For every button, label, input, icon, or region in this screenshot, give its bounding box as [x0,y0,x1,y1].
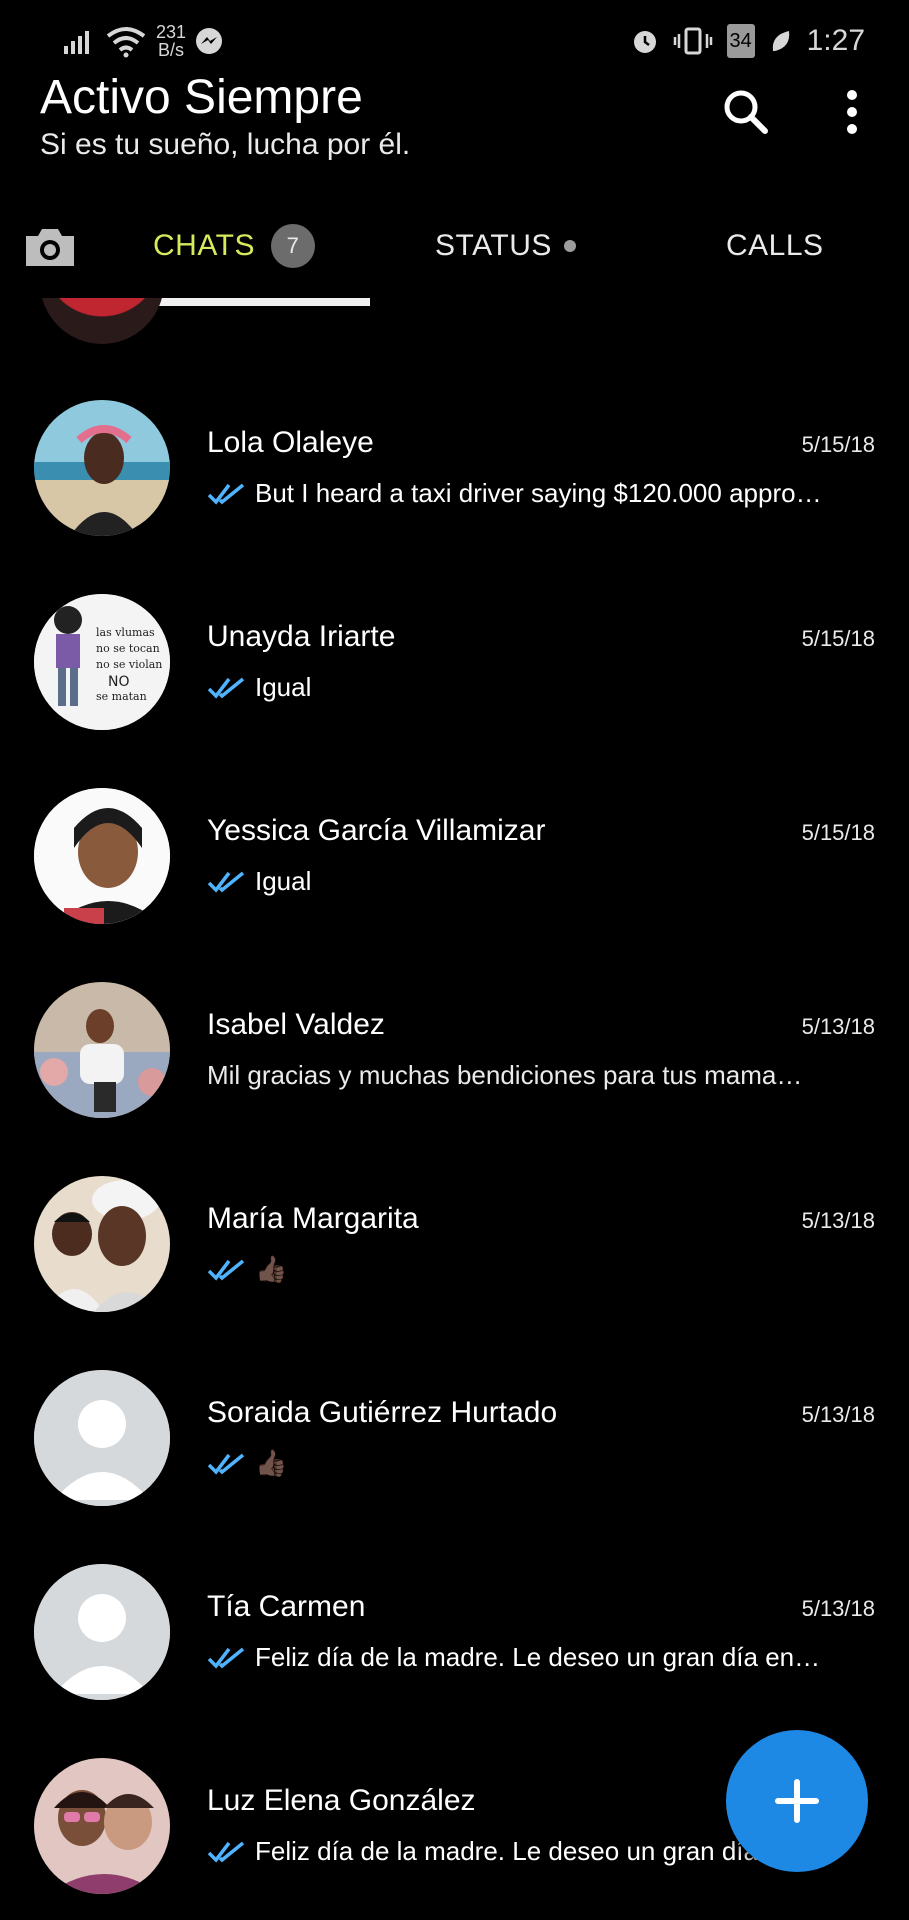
message-preview: Igual [207,672,875,703]
default-avatar-icon [34,1564,170,1700]
contact-avatar [34,982,170,1118]
message-preview: Mil gracias y muchas bendiciones para tu… [207,1060,803,1090]
chat-row[interactable]: las vlumas no se tocan no se violan NO s… [0,594,909,788]
message-preview: 👍🏿 [207,1254,875,1285]
svg-text:no se tocan: no se tocan [96,642,160,655]
contact-avatar: las vlumas no se tocan no se violan NO s… [34,594,170,730]
message-time: 5/13/18 [801,1596,875,1621]
thumbs-up-emoji: 👍🏿 [255,1254,288,1284]
message-time: 5/15/18 [801,820,875,845]
contact-name: Isabel Valdez [207,1008,385,1041]
message-time: 5/13/18 [801,1402,875,1427]
default-avatar-icon [34,1370,170,1506]
more-options-button[interactable] [824,84,880,140]
contact-name: Tía Carmen [207,1590,366,1623]
contact-name: Lola Olaleye [207,426,374,459]
status-bar-right: 34 1:27 [631,20,865,62]
status-update-dot [563,240,576,252]
vibrate-icon [673,27,712,55]
chat-row[interactable]: Tía Carmen 5/13/18 Feliz día de la madre… [0,1564,909,1758]
contact-name: María Margarita [207,1202,419,1235]
contact-avatar [34,1370,170,1506]
app-title: Activo Siempre [40,71,363,124]
signal-icon [64,31,89,54]
message-time: 5/13/18 [801,1208,875,1233]
tab-status[interactable]: STATUS [435,218,576,274]
message-time: 5/15/18 [801,432,875,457]
read-double-check-icon [207,1453,245,1475]
thumbs-up-emoji: 👍🏿 [255,1448,288,1478]
contact-name: Yessica García Villamizar [207,814,546,847]
tab-calls-label: CALLS [726,229,824,262]
contact-avatar [34,788,170,924]
contact-avatar [34,400,170,536]
message-time: 5/13/18 [801,1014,875,1039]
read-double-check-icon [207,677,245,699]
network-speed: 231 B/s [156,22,187,60]
message-preview: 👍🏿 [207,1448,875,1479]
message-preview: Igual [207,866,875,897]
read-double-check-icon [207,483,245,505]
chat-row[interactable]: Lola Olaleye 5/15/18 But I heard a taxi … [0,400,909,594]
tab-chats-label: CHATS [153,229,255,262]
camera-icon [26,229,74,266]
svg-text:las vlumas: las vlumas [96,626,155,639]
clock-time: 1:27 [806,24,865,57]
svg-text:se matan: se matan [96,690,147,703]
leaf-icon [772,31,789,51]
message-preview: But I heard a taxi driver saying $120.00… [207,478,875,509]
wifi-icon [106,27,146,58]
tab-status-label: STATUS [435,229,552,262]
chat-row[interactable]: Isabel Valdez 5/13/18 Mil gracias y much… [0,982,909,1176]
alarm-icon [633,31,656,53]
contact-avatar [34,1176,170,1312]
read-double-check-icon [207,1647,245,1669]
new-chat-plus-icon [775,1779,819,1823]
tab-chats[interactable]: CHATS 7 [153,218,315,274]
tab-calls[interactable]: CALLS [726,218,824,274]
chat-row[interactable]: Soraida Gutiérrez Hurtado 5/13/18 👍🏿 [0,1370,909,1564]
contact-name: Soraida Gutiérrez Hurtado [207,1396,558,1429]
battery-indicator: 34 [726,24,755,58]
new-chat-button[interactable] [726,1730,868,1872]
read-double-check-icon [207,1841,245,1863]
chat-row[interactable]: María Margarita 5/13/18 👍🏿 [0,1176,909,1370]
contact-avatar [34,1758,170,1894]
more-options-icon [847,90,857,134]
partial-chat-avatar [40,298,164,344]
contact-name: Unayda Iriarte [207,620,396,653]
message-time: 5/15/18 [801,626,875,651]
messenger-icon [196,28,223,54]
message-preview: Feliz día de la madre. Le deseo un gran … [207,1642,875,1673]
search-icon [724,90,768,134]
status-bar-left: 231 B/s [62,20,224,62]
svg-text:NO: NO [108,674,130,690]
search-button[interactable] [718,84,774,140]
contact-avatar [34,1564,170,1700]
read-double-check-icon [207,1259,245,1281]
app-subtitle: Si es tu sueño, lucha por él. [40,128,411,161]
contact-name: Luz Elena González [207,1784,476,1817]
svg-text:no se violan: no se violan [96,658,162,671]
unread-chats-badge: 7 [270,224,315,268]
read-double-check-icon [207,871,245,893]
tab-camera[interactable] [22,218,78,274]
chat-row[interactable]: Yessica García Villamizar 5/15/18 Igual [0,788,909,982]
